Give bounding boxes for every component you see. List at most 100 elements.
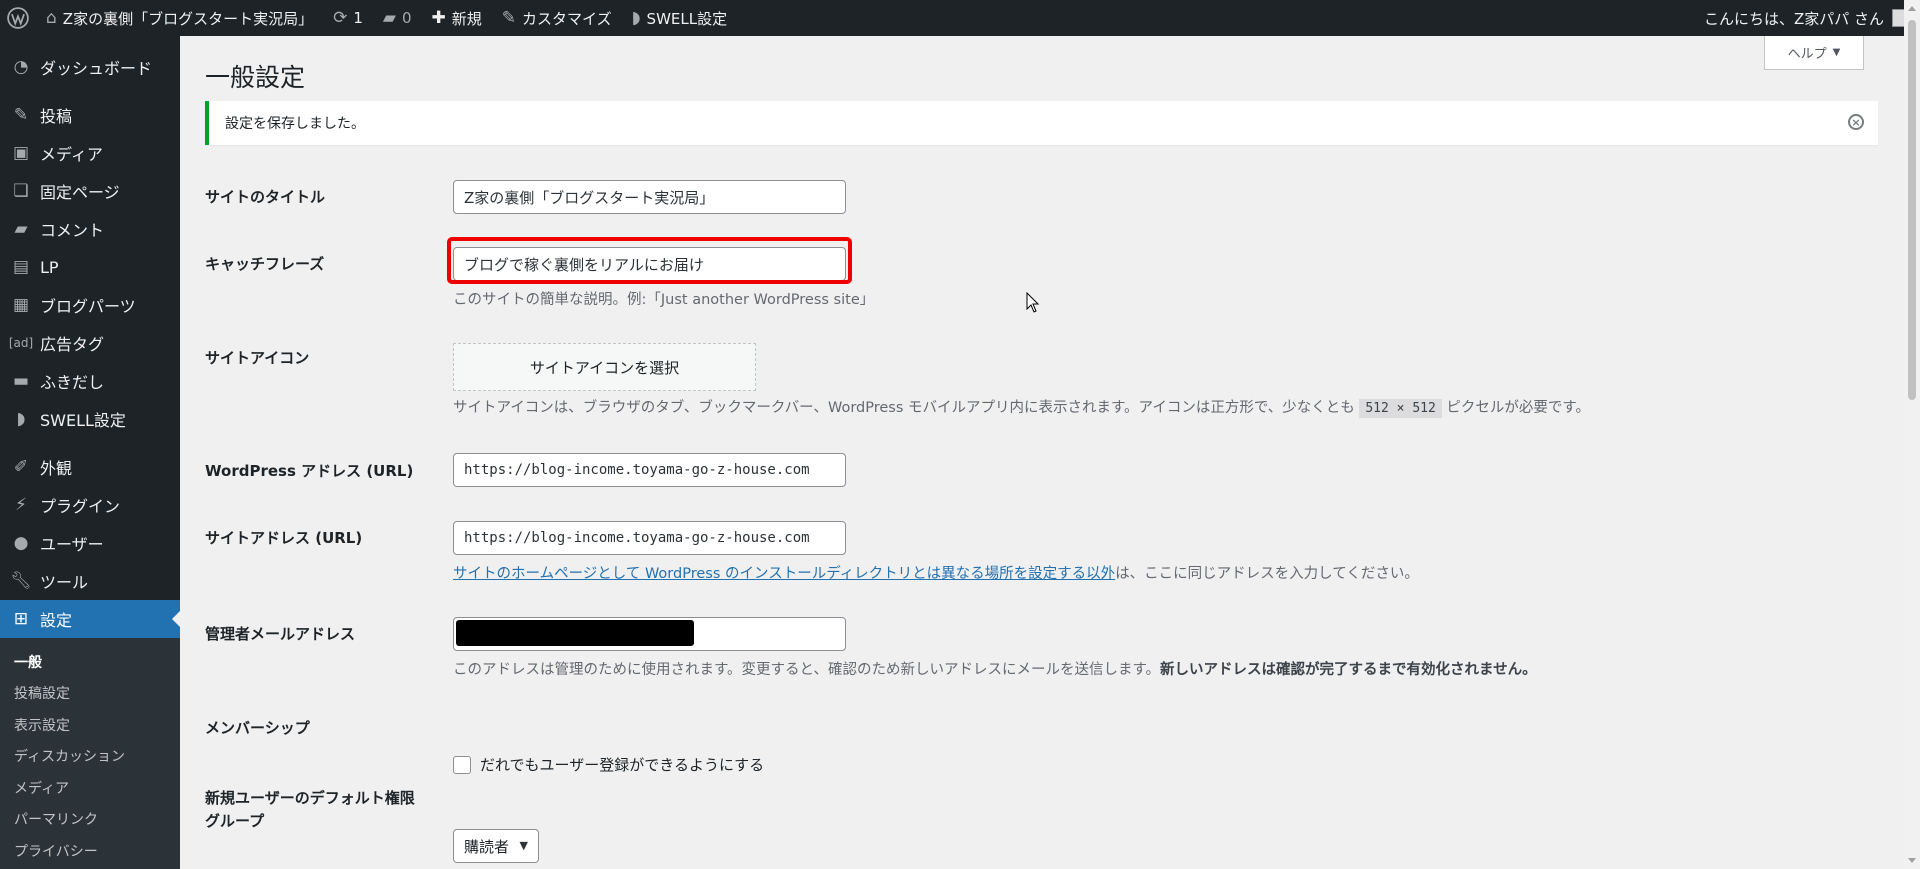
sidebar-item-media[interactable]: ▣ メディア [0,134,180,172]
admin-email-desc-bold: 新しいアドレスは確認が完了するまで有効化されません。 [1160,662,1537,678]
settings-icon: ⊞ [13,609,29,629]
dashboard-icon: ◔ [13,57,29,77]
sidebar-item-users[interactable]: ● ユーザー [0,524,180,562]
site-icon-desc-suffix: ピクセルが必要です。 [1441,400,1590,416]
sidebar-item-label: SWELL設定 [40,411,126,430]
swell-icon: ◗ [16,409,26,429]
site-title-label: サイトのタイトル [205,188,326,206]
page-scrollbar[interactable] [1904,0,1920,869]
sidebar-item-label: ダッシュボード [40,59,153,78]
swell-settings-link[interactable]: ◗ SWELL設定 [622,0,738,36]
mouse-cursor-icon [1026,292,1040,313]
sidebar-item-label: ふきだし [40,373,105,392]
home-icon: ⌂ [46,8,57,28]
wp-address-input[interactable]: https://blog-income.toyama-go-z-house.co… [453,453,846,487]
submenu-item-writing[interactable]: 投稿設定 [0,678,180,710]
sidebar-item-comments[interactable]: ▰ コメント [0,210,180,248]
wordpress-logo-icon[interactable] [0,0,36,36]
site-icon-label: サイトアイコン [205,349,310,367]
sidebar-item-label: ユーザー [40,535,104,554]
submenu-item-privacy[interactable]: プライバシー [0,835,180,867]
sidebar-item-dashboard[interactable]: ◔ ダッシュボード [0,48,180,86]
help-button[interactable]: ヘルプ ▼ [1764,36,1864,70]
sidebar-item-blog-parts[interactable]: ▦ ブログパーツ [0,286,180,324]
updates-count: 1 [353,9,363,27]
scrollbar-thumb[interactable] [1908,20,1916,400]
site-icon-desc-text: サイトアイコンは、ブラウザのタブ、ブックマークバー、WordPress モバイル… [453,400,1360,416]
sidebar-item-tools[interactable]: 🔧︎ ツール [0,562,180,600]
default-role-select[interactable]: 購読者 ▼ [453,829,539,863]
comment-icon: ▰ [14,219,28,239]
admin-sidebar: ◔ ダッシュボード ✎ 投稿 ▣ メディア ❏ 固定ページ ▰ コメント ▤ LP ▦ ブログ… [0,36,180,869]
settings-submenu: 一般 投稿設定 表示設定 ディスカッション メディア パーマリンク プライバシー [0,638,180,869]
chevron-down-icon: ▼ [519,839,528,852]
admin-email-description: このアドレスは管理のために使用されます。変更すると、確認のため新しいアドレスにメ… [453,658,1537,679]
page-title: 一般設定 [205,63,306,92]
membership-label: メンバーシップ [205,719,310,737]
membership-checkbox-label[interactable]: だれでもユーザー登録ができるようにする [480,754,764,775]
updates-link[interactable]: ⟳ 1 [323,0,373,36]
customize-link[interactable]: ✎ カスタマイズ [492,0,622,36]
dismiss-icon[interactable]: × [1848,114,1864,130]
scroll-down-icon[interactable] [1908,858,1916,863]
scroll-up-icon[interactable] [1908,6,1916,11]
membership-checkbox[interactable] [453,756,471,774]
tagline-description: このサイトの簡単な説明。例:「Just another WordPress si… [453,292,875,308]
sidebar-item-label: 外観 [40,459,73,478]
main-content: ヘルプ ▼ 一般設定 設定を保存しました。 × サイトのタイトル Z家の裏側「ブ… [180,36,1904,869]
caret-down-icon: ▼ [1832,47,1841,58]
site-address-input[interactable]: https://blog-income.toyama-go-z-house.co… [453,521,846,555]
sidebar-item-swell-settings[interactable]: ◗ SWELL設定 [0,400,180,438]
pin-icon: ✎ [13,105,29,125]
plugin-icon: ⚡ [15,495,27,515]
sidebar-item-posts[interactable]: ✎ 投稿 [0,96,180,134]
sidebar-item-label: 投稿 [40,107,73,126]
new-content-link[interactable]: ✚ 新規 [422,0,492,36]
comments-link[interactable]: ▰ 0 [373,0,422,36]
comment-icon: ▰ [382,8,396,28]
sidebar-item-label: コメント [40,221,105,240]
sidebar-item-lp[interactable]: ▤ LP [0,248,180,286]
select-site-icon-button[interactable]: サイトアイコンを選択 [453,343,756,391]
site-icon-description: サイトアイコンは、ブラウザのタブ、ブックマークバー、WordPress モバイル… [453,396,1590,418]
updates-icon: ⟳ [333,8,348,28]
site-title-input[interactable]: Z家の裏側「ブログスタート実況局」 [453,180,846,214]
sidebar-item-label: 固定ページ [40,183,120,202]
sidebar-item-plugins[interactable]: ⚡ プラグイン [0,486,180,524]
redaction-bar [456,620,694,646]
site-address-description: サイトのホームページとして WordPress のインストールディレクトリとは異… [453,562,1419,583]
sidebar-item-label: プラグイン [40,497,121,516]
highlight-box [447,237,852,284]
account-menu[interactable]: こんにちは、Z家パパ さん [1704,8,1920,29]
sidebar-item-balloons[interactable]: ▬ ふきだし [0,362,180,400]
submenu-item-discussion[interactable]: ディスカッション [0,741,180,773]
site-address-help-link[interactable]: サイトのホームページとして WordPress のインストールディレクトリとは異… [453,566,1115,582]
sidebar-item-label: LP [40,257,59,277]
comments-count: 0 [401,9,412,27]
wrench-icon: 🔧︎ [10,571,32,591]
sidebar-item-label: メディア [40,145,103,164]
submenu-item-reading[interactable]: 表示設定 [0,709,180,741]
submenu-item-permalinks[interactable]: パーマリンク [0,804,180,836]
wp-address-label: WordPress アドレス (URL) [205,462,414,480]
tagline-label: キャッチフレーズ [205,255,325,273]
site-address-label: サイトアドレス (URL) [205,529,363,547]
sidebar-item-label: ツール [40,573,89,592]
site-name-link[interactable]: ⌂ Z家の裏側「ブログスタート実況局」 [36,0,323,36]
sidebar-item-settings[interactable]: ⊞ 設定 [0,600,180,638]
notice-text: 設定を保存しました。 [225,116,365,132]
sidebar-item-pages[interactable]: ❏ 固定ページ [0,172,180,210]
page-icon: ❏ [13,181,29,201]
sidebar-item-ad-tags[interactable]: [ad] 広告タグ [0,324,180,362]
sidebar-item-label: ブログパーツ [40,297,136,316]
ad-icon: [ad] [8,336,34,350]
sidebar-item-label: 広告タグ [40,335,105,354]
default-role-label-line2: グループ [205,811,265,830]
site-icon-size-code: 512 × 512 [1359,399,1442,418]
default-role-label-line1: 新規ユーザーのデフォルト権限 [205,789,415,807]
document-icon: ▤ [12,257,30,277]
submenu-item-general[interactable]: 一般 [0,646,180,678]
submenu-item-media[interactable]: メディア [0,772,180,804]
new-label: 新規 [451,9,482,28]
sidebar-item-appearance[interactable]: ✐ 外観 [0,448,180,486]
